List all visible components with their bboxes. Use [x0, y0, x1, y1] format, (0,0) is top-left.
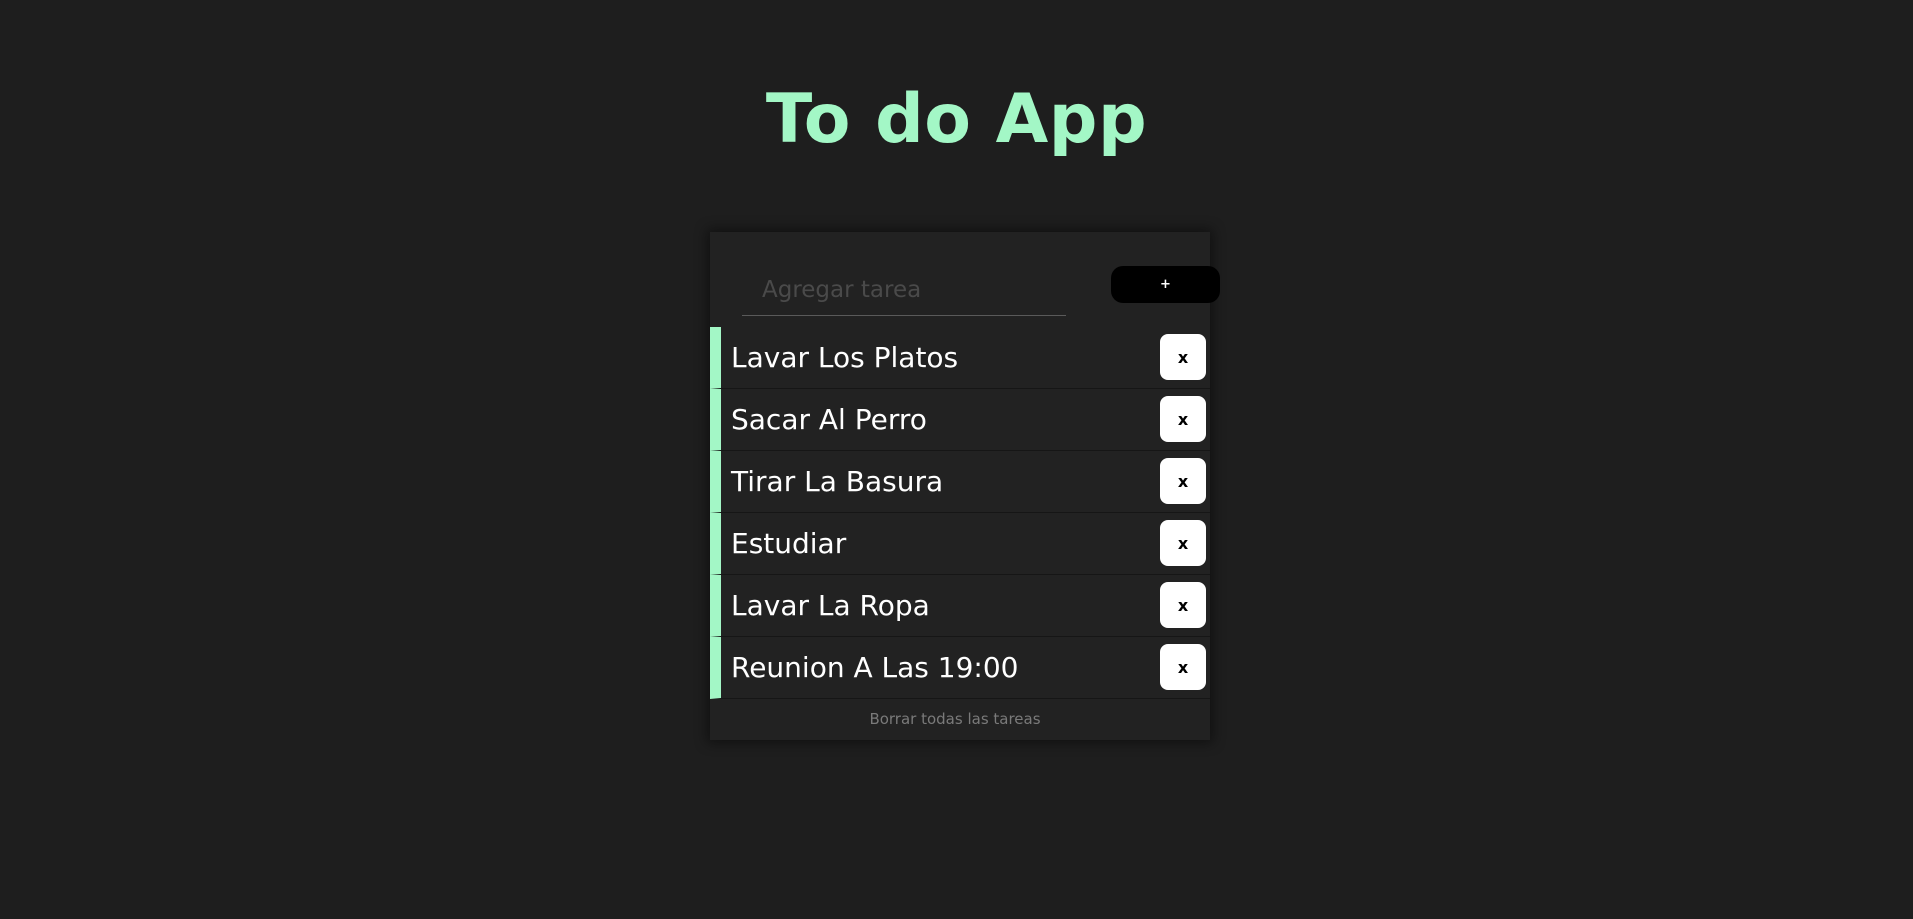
task-text: Tirar La Basura: [731, 465, 944, 498]
task-list: Lavar Los Platos x Sacar Al Perro x Tira…: [710, 327, 1210, 699]
app-title: To do App: [765, 80, 1148, 159]
task-text: Lavar Los Platos: [731, 341, 959, 374]
task-item: Sacar Al Perro x: [710, 389, 1210, 451]
add-task-button[interactable]: +: [1111, 266, 1220, 303]
task-input[interactable]: [742, 264, 1066, 316]
input-row: +: [742, 264, 1220, 322]
task-item: Lavar La Ropa x: [710, 575, 1210, 637]
delete-task-button[interactable]: x: [1160, 334, 1206, 380]
task-item: Tirar La Basura x: [710, 451, 1210, 513]
delete-task-button[interactable]: x: [1160, 520, 1206, 566]
task-text: Estudiar: [731, 527, 847, 560]
todo-card: + Lavar Los Platos x Sacar Al Perro x Ti…: [710, 232, 1220, 740]
delete-task-button[interactable]: x: [1160, 644, 1206, 690]
delete-task-button[interactable]: x: [1160, 396, 1206, 442]
task-item: Reunion A Las 19:00 x: [710, 637, 1210, 699]
task-item: Lavar Los Platos x: [710, 327, 1210, 389]
delete-task-button[interactable]: x: [1160, 582, 1206, 628]
task-text: Lavar La Ropa: [731, 589, 930, 622]
task-text: Reunion A Las 19:00: [731, 651, 1019, 684]
delete-task-button[interactable]: x: [1160, 458, 1206, 504]
clear-all-link[interactable]: Borrar todas las tareas: [710, 710, 1200, 728]
task-item: Estudiar x: [710, 513, 1210, 575]
task-text: Sacar Al Perro: [731, 403, 927, 436]
